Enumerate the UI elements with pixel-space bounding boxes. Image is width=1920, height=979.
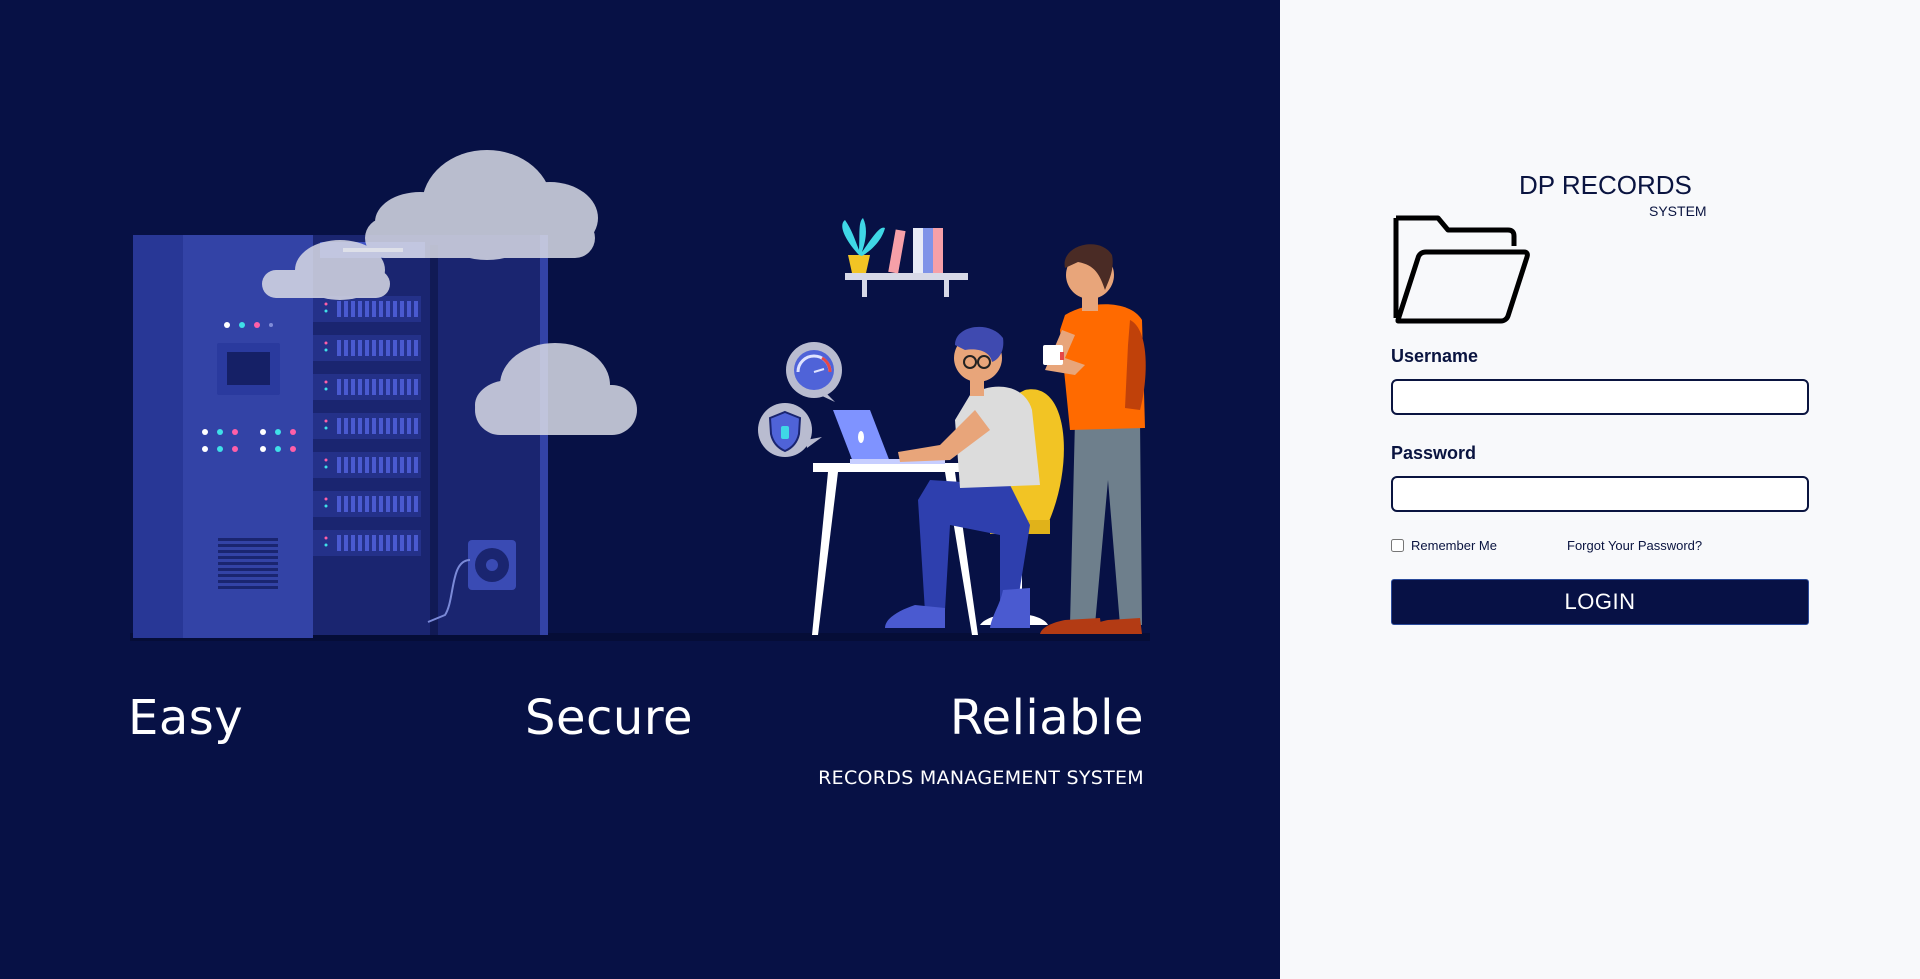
brand-title: DP RECORDS [1519,170,1692,200]
tagline-reliable: Reliable [949,690,1144,746]
password-input[interactable] [1391,476,1809,512]
folder-open-icon [1393,215,1530,324]
brand-subtitle: SYSTEM [1649,203,1707,219]
gauge-bubble-icon [786,342,842,402]
sitting-person [885,326,1064,628]
hero-subtitle: RECORDS MANAGEMENT SYSTEM [818,767,1144,789]
username-label: Username [1391,346,1479,366]
password-label: Password [1391,443,1477,463]
login-button[interactable]: LOGIN [1391,579,1809,625]
tagline-easy: Easy [128,690,244,746]
remember-me: Remember Me [1391,538,1497,553]
hero-panel: Easy Secure Reliable RECORDS MANAGEMENT … [0,0,1280,979]
remember-me-checkbox[interactable] [1391,539,1404,552]
remember-me-label[interactable]: Remember Me [1411,538,1497,553]
tagline-secure: Secure [525,690,694,746]
forgot-password-link[interactable]: Forgot Your Password? [1567,538,1702,553]
hero-illustration [130,150,1150,641]
shield-bubble-icon [758,403,822,457]
username-input[interactable] [1391,379,1809,415]
shelf-decoration [842,218,968,297]
